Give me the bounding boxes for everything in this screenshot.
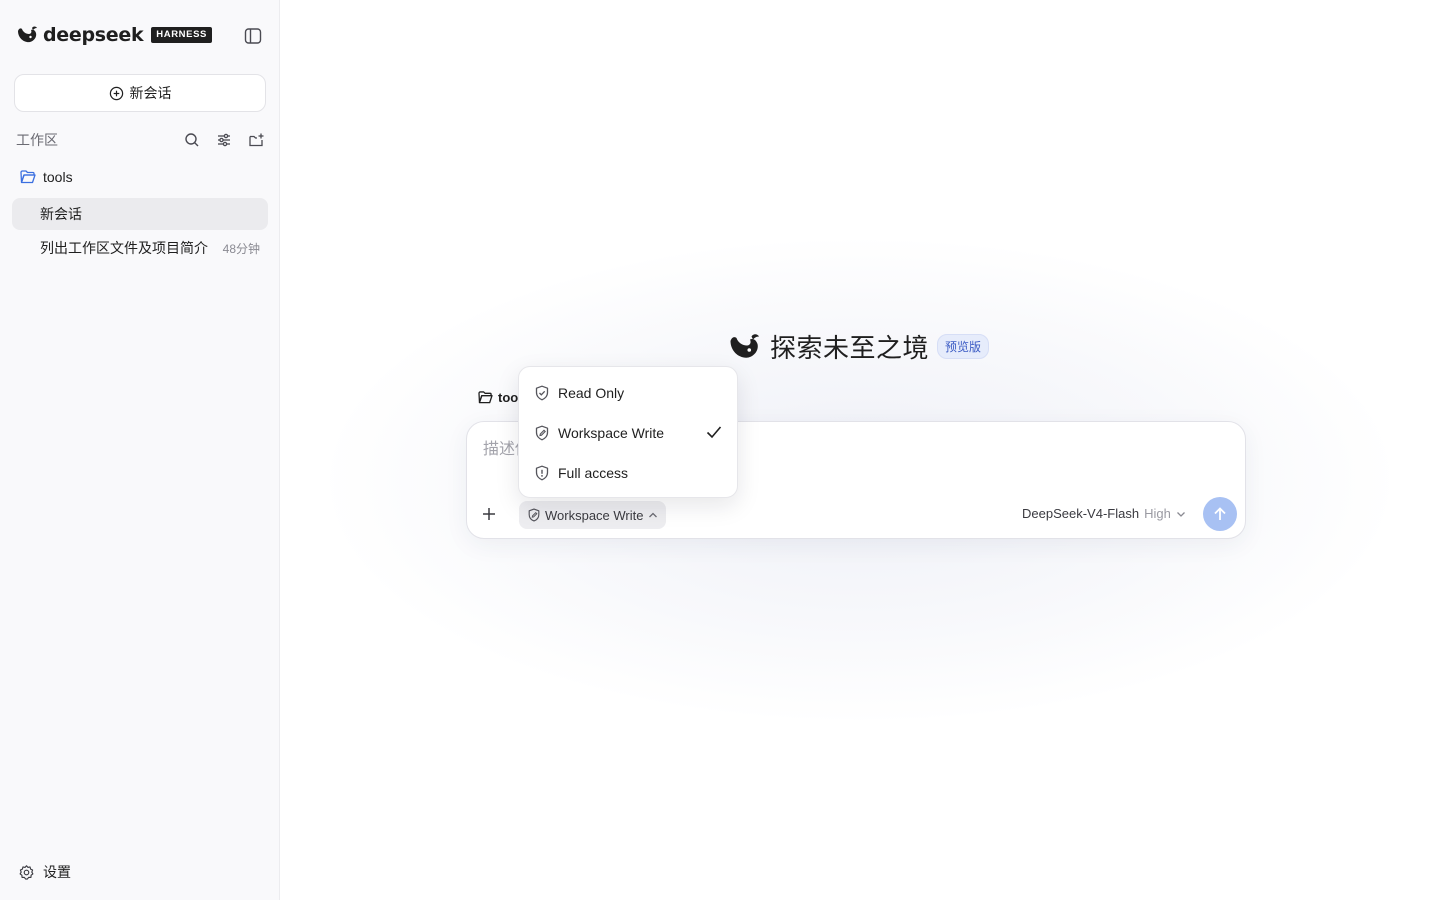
whale-logo-icon	[18, 26, 37, 43]
shield-edit-icon	[535, 425, 549, 441]
model-name: DeepSeek-V4-Flash	[1022, 506, 1140, 521]
workspace-label: 工作区	[16, 132, 58, 148]
new-chat-button[interactable]: 新会话	[14, 74, 266, 112]
folder-open-icon	[20, 170, 36, 184]
whale-logo-icon	[730, 333, 759, 358]
brand-logo[interactable]: deepseek HARNESS	[16, 24, 212, 46]
filter-icon[interactable]	[214, 130, 234, 150]
permission-mode-button[interactable]: Workspace Write	[519, 501, 666, 529]
main-area: 探索未至之境 预览版 too Workspace Write DeepSeek-…	[280, 0, 1440, 900]
sidebar: deepseek HARNESS 新会话 工作区 tools 新会话 列出工作区…	[0, 0, 280, 900]
plus-circle-icon	[109, 86, 123, 100]
model-effort: High	[1144, 506, 1171, 521]
hero-title: 探索未至之境	[770, 333, 930, 363]
permission-mode-label: Workspace Write	[545, 507, 644, 523]
plus-icon	[483, 508, 495, 520]
conversation-item[interactable]: 新会话	[12, 198, 268, 230]
arrow-up-icon	[1214, 507, 1226, 520]
checkmark-icon	[706, 426, 722, 439]
settings-label: 设置	[43, 864, 71, 880]
sidebar-toggle-icon[interactable]	[244, 27, 264, 45]
menu-item-label: Workspace Write	[558, 425, 665, 441]
brand-name: deepseek	[43, 24, 144, 46]
new-chat-label: 新会话	[129, 85, 172, 101]
send-button[interactable]	[1203, 497, 1237, 531]
shield-alert-icon	[535, 465, 549, 481]
menu-item-label: Full access	[558, 465, 629, 481]
menu-item-read-only[interactable]: Read Only	[519, 373, 737, 413]
menu-item-full-access[interactable]: Full access	[519, 453, 737, 493]
preview-badge: 预览版	[937, 334, 990, 359]
search-icon[interactable]	[182, 130, 202, 150]
settings-button[interactable]: 设置	[18, 862, 71, 882]
conversation-time: 48分钟	[222, 241, 260, 256]
shield-edit-icon	[528, 508, 540, 522]
menu-item-label: Read Only	[558, 385, 625, 401]
model-selector[interactable]: DeepSeek-V4-Flash High	[1022, 506, 1186, 521]
gear-icon	[19, 864, 34, 880]
conversation-title: 列出工作区文件及项目简介	[40, 240, 208, 256]
harness-badge: HARNESS	[151, 27, 212, 43]
folder-name: tools	[43, 169, 73, 185]
chevron-up-icon	[648, 512, 657, 518]
workspace-folder-chip[interactable]: too	[478, 390, 518, 405]
new-folder-icon[interactable]	[246, 130, 266, 150]
folder-icon	[478, 391, 493, 404]
folder-item-tools[interactable]: tools	[20, 169, 73, 185]
shield-check-icon	[535, 385, 549, 401]
permission-menu: Read Only Workspace Write Full access	[518, 366, 738, 498]
attach-button[interactable]	[476, 501, 502, 527]
chevron-down-icon	[1176, 511, 1185, 517]
folder-chip-label: too	[498, 390, 519, 405]
conversation-title: 新会话	[40, 206, 82, 222]
conversation-item[interactable]: 列出工作区文件及项目简介 48分钟	[12, 232, 268, 264]
menu-item-workspace-write[interactable]: Workspace Write	[519, 413, 737, 453]
workspace-header: 工作区	[16, 130, 266, 150]
hero: 探索未至之境 预览版	[726, 328, 990, 365]
